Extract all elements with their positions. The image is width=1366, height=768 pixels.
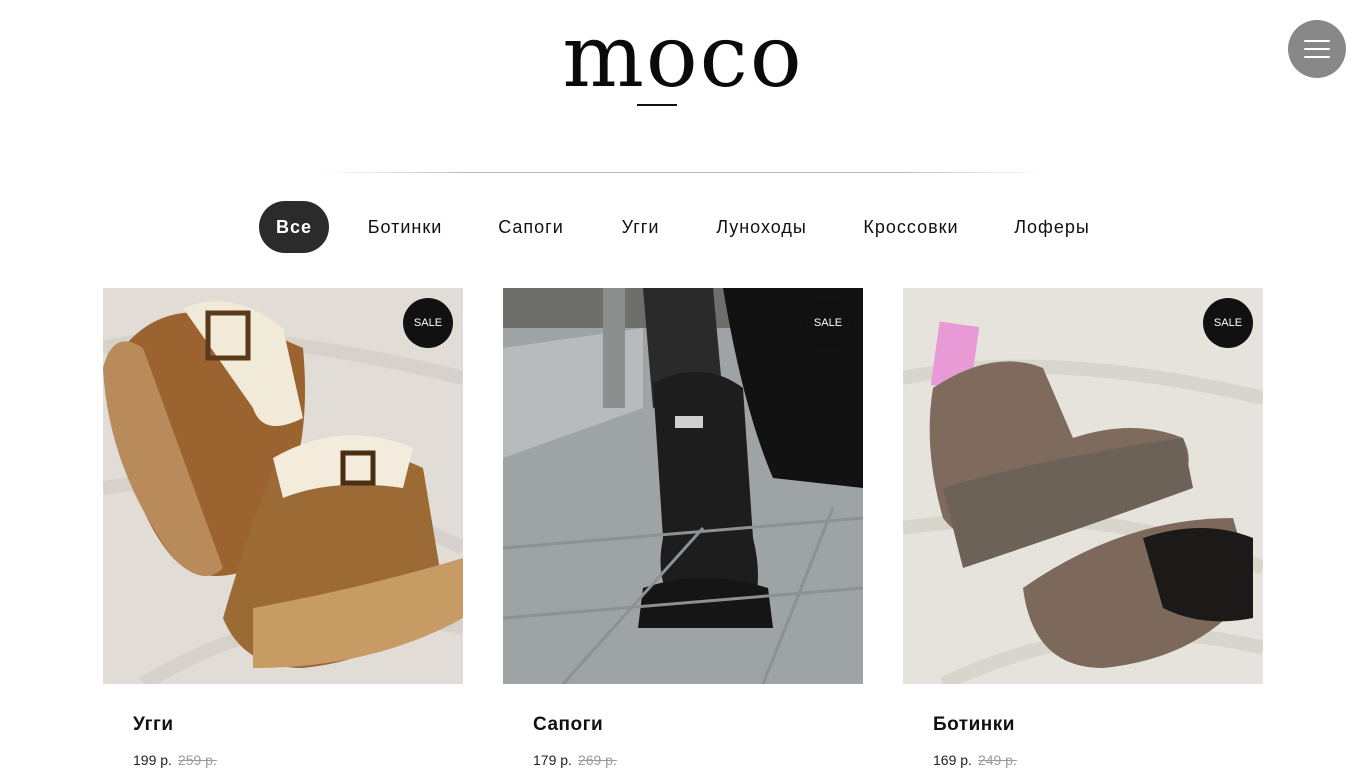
sale-badge: SALE — [403, 298, 453, 348]
current-price: 169 р. — [933, 752, 972, 768]
sale-badge: SALE — [803, 298, 853, 348]
product-photo[interactable]: SALE — [503, 288, 863, 684]
knee-boots-image — [503, 288, 863, 684]
product-price: 179 р. 269 р. — [533, 752, 617, 768]
tab-moon-boots[interactable]: Луноходы — [710, 201, 813, 253]
old-price: 269 р. — [577, 752, 617, 768]
product-photo[interactable]: SALE — [903, 288, 1263, 684]
product-card[interactable]: SALE Ботинки 169 р. 249 р. — [903, 288, 1263, 768]
product-title[interactable]: Угги — [133, 714, 174, 736]
tab-sneakers[interactable]: Кроссовки — [855, 201, 967, 253]
product-title[interactable]: Сапоги — [533, 714, 603, 736]
product-title[interactable]: Ботинки — [933, 714, 1015, 736]
product-card[interactable]: SALE Угги 199 р. 259 р. — [103, 288, 463, 768]
old-price: 259 р. — [177, 752, 217, 768]
product-photo[interactable]: SALE — [103, 288, 463, 684]
ankle-boots-image — [903, 288, 1263, 684]
ugg-boots-image — [103, 288, 463, 684]
product-card[interactable]: SALE Сапоги 179 р. 269 р. — [503, 288, 863, 768]
tab-uggs[interactable]: Угги — [613, 201, 668, 253]
current-price: 199 р. — [133, 752, 172, 768]
hamburger-icon — [1304, 40, 1330, 42]
current-price: 179 р. — [533, 752, 572, 768]
menu-button[interactable] — [1288, 20, 1346, 78]
header-divider — [318, 172, 1048, 173]
tab-loafers[interactable]: Лоферы — [1008, 201, 1096, 253]
category-tabs: Все Ботинки Сапоги Угги Луноходы Кроссов… — [0, 201, 1366, 253]
product-price: 199 р. 259 р. — [133, 752, 217, 768]
logo-underline — [637, 104, 677, 106]
old-price: 249 р. — [977, 752, 1017, 768]
product-price: 169 р. 249 р. — [933, 752, 1017, 768]
tab-boots[interactable]: Ботинки — [360, 201, 450, 253]
tab-high-boots[interactable]: Сапоги — [490, 201, 572, 253]
hamburger-icon-line — [1304, 48, 1330, 50]
sale-badge: SALE — [1203, 298, 1253, 348]
tab-all[interactable]: Все — [259, 201, 329, 253]
hamburger-icon-line — [1304, 56, 1330, 58]
site-logo[interactable]: moco — [0, 14, 1366, 100]
